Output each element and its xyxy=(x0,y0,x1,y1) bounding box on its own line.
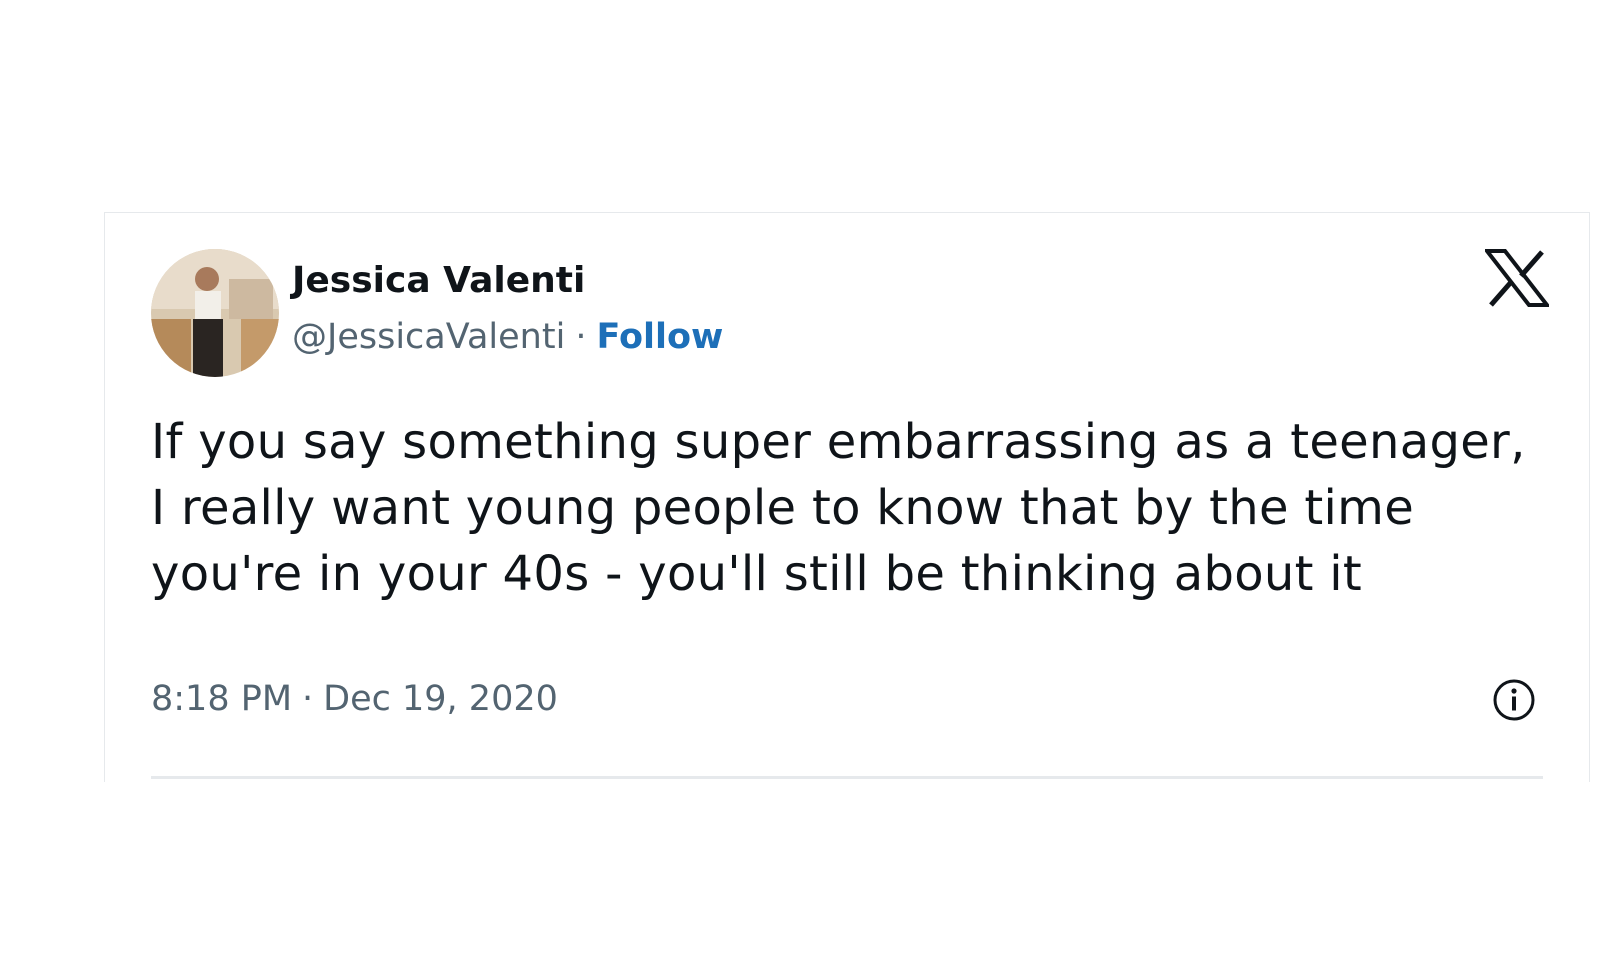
tweet-text: If you say something super embarrassing … xyxy=(151,414,1526,602)
tweet-card[interactable]: Jessica Valenti @JessicaValenti · Follow I… xyxy=(104,212,1590,782)
handle-row: @JessicaValenti · Follow xyxy=(292,315,723,359)
divider xyxy=(151,776,1543,779)
follow-link[interactable]: Follow xyxy=(596,317,723,357)
info-icon[interactable] xyxy=(1491,677,1537,723)
tweet-date: Dec 19, 2020 xyxy=(323,679,558,719)
timestamp-separator: · xyxy=(302,679,314,719)
author-handle[interactable]: @JessicaValenti xyxy=(292,317,565,357)
tweet-time: 8:18 PM xyxy=(151,679,293,719)
x-logo-icon[interactable] xyxy=(1482,249,1552,307)
separator-dot: · xyxy=(575,317,587,357)
avatar[interactable] xyxy=(151,249,279,377)
author-name[interactable]: Jessica Valenti xyxy=(292,259,585,303)
tweet-timestamp[interactable]: 8:18 PM · Dec 19, 2020 xyxy=(151,677,558,721)
